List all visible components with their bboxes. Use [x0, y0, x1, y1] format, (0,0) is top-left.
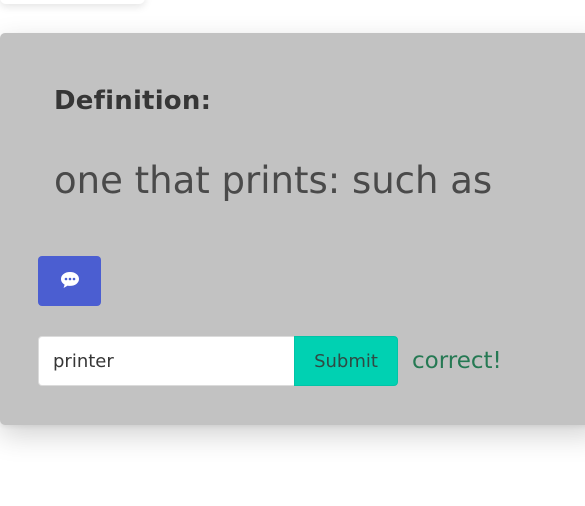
definition-text: one that prints: such as: [54, 159, 493, 202]
answer-row: Submit correct!: [38, 336, 502, 386]
hint-button[interactable]: [38, 256, 101, 306]
speech-bubble-icon: [59, 270, 81, 293]
submit-button[interactable]: Submit: [294, 336, 398, 386]
result-message: correct!: [412, 347, 502, 374]
answer-input[interactable]: [38, 336, 294, 386]
definition-label: Definition:: [54, 86, 212, 116]
top-tab: [0, 0, 145, 4]
